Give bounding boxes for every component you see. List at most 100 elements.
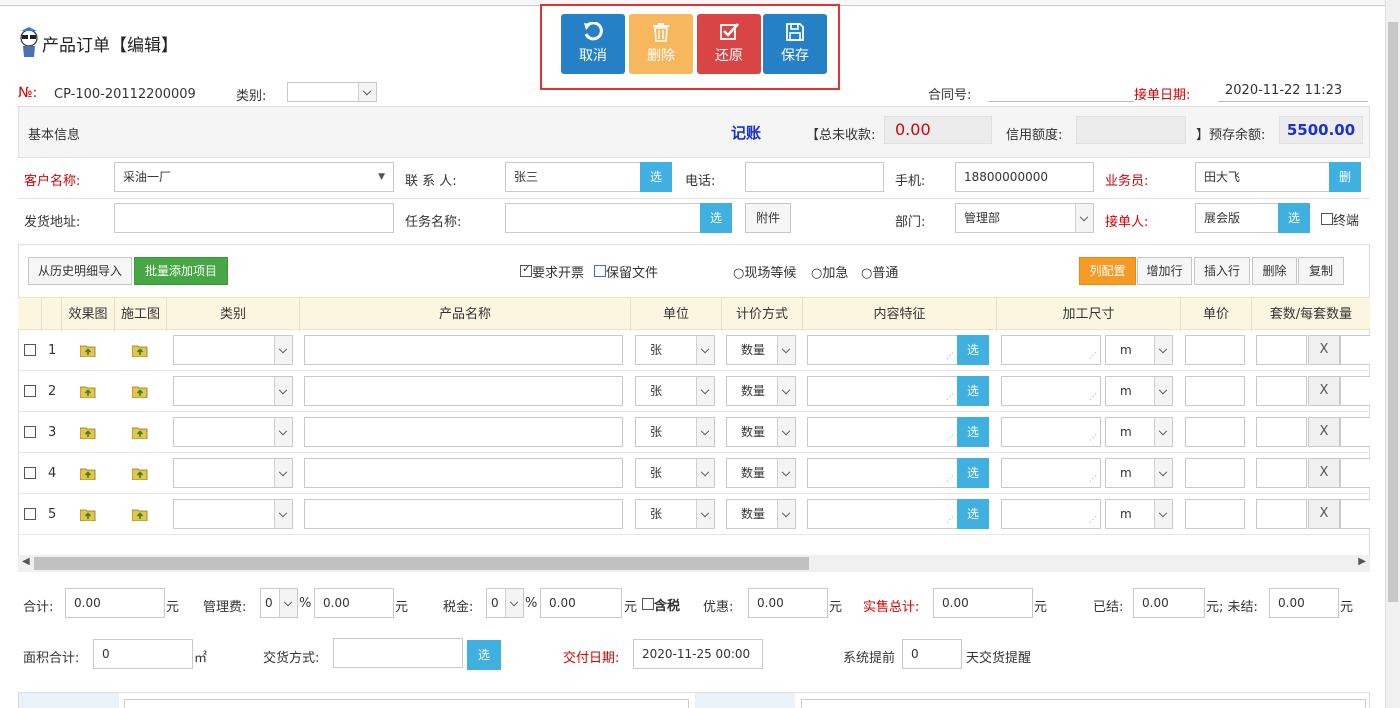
row-size-unit-select[interactable]: m xyxy=(1105,499,1173,529)
salesperson-delete-button[interactable]: 删 xyxy=(1329,162,1361,192)
resize-grip-icon[interactable]: ⋰ xyxy=(1089,424,1097,446)
save-button[interactable]: 保存 xyxy=(763,14,827,74)
resize-grip-icon[interactable]: ⋰ xyxy=(1089,342,1097,364)
bookkeeping-link[interactable]: 记账 xyxy=(731,122,761,143)
copy-row-button[interactable]: 复制 xyxy=(1298,257,1344,285)
row-checkbox[interactable] xyxy=(24,426,36,438)
salesperson-input[interactable]: 田大飞 xyxy=(1195,162,1330,192)
column-config-button[interactable]: 列配置 xyxy=(1079,257,1136,285)
row-product-name-input[interactable] xyxy=(304,376,623,406)
row-unit-select[interactable]: 张 xyxy=(635,376,715,406)
remarks-input[interactable] xyxy=(124,699,689,708)
horizontal-scroll-thumb[interactable] xyxy=(34,557,809,570)
delivery-select-button[interactable]: 选 xyxy=(467,640,501,670)
delivery-date-input[interactable]: 2020-11-25 00:00 xyxy=(633,639,763,669)
row-product-name-input[interactable] xyxy=(304,458,623,488)
normal-option[interactable]: ○普通 xyxy=(861,262,898,281)
vertical-scroll-thumb[interactable] xyxy=(1388,22,1398,602)
resize-grip-icon[interactable]: ⋰ xyxy=(1089,506,1097,528)
row-price-input[interactable] xyxy=(1185,376,1245,406)
add-row-button[interactable]: 增加行 xyxy=(1137,257,1192,285)
row-size-input[interactable]: ⋰ xyxy=(1001,499,1101,529)
folder-upload-icon[interactable] xyxy=(132,426,148,439)
task-select-button[interactable]: 选 xyxy=(700,203,732,233)
tax-input[interactable]: 0.00 xyxy=(540,588,622,618)
actual-total-input[interactable]: 0.00 xyxy=(933,588,1033,618)
discount-input[interactable]: 0.00 xyxy=(748,588,828,618)
cancel-button[interactable]: 取消 xyxy=(561,14,625,74)
row-size-unit-select[interactable]: m xyxy=(1105,458,1173,488)
folder-upload-icon[interactable] xyxy=(132,385,148,398)
row-sets-input[interactable] xyxy=(1256,417,1307,447)
resize-grip-icon[interactable]: ⋰ xyxy=(946,383,954,405)
row-checkbox[interactable] xyxy=(24,467,36,479)
delete-button[interactable]: 删除 xyxy=(629,14,693,74)
insert-row-button[interactable]: 插入行 xyxy=(1194,257,1250,285)
scroll-left-icon[interactable]: ◀ xyxy=(22,556,30,567)
folder-upload-icon[interactable] xyxy=(132,344,148,357)
folder-upload-icon[interactable] xyxy=(80,508,96,521)
row-size-unit-select[interactable]: m xyxy=(1105,335,1173,365)
mobile-input[interactable]: 18800000000 xyxy=(955,162,1094,192)
row-size-input[interactable]: ⋰ xyxy=(1001,417,1101,447)
row-product-name-input[interactable] xyxy=(304,417,623,447)
task-name-input[interactable] xyxy=(505,203,701,233)
row-unit-select[interactable]: 张 xyxy=(635,499,715,529)
row-category-select[interactable] xyxy=(173,499,293,529)
restore-button[interactable]: 还原 xyxy=(697,14,761,74)
row-content-input[interactable]: ⋰ xyxy=(807,499,958,529)
row-unit-select[interactable]: 张 xyxy=(635,458,715,488)
mgmt-fee-input[interactable]: 0.00 xyxy=(314,588,394,618)
keep-file-checkbox[interactable] xyxy=(594,265,606,277)
resize-grip-icon[interactable]: ⋰ xyxy=(1089,383,1097,405)
vertical-scrollbar[interactable] xyxy=(1385,0,1400,708)
row-category-select[interactable] xyxy=(173,458,293,488)
invoice-checkbox-checked[interactable]: ✓ xyxy=(520,262,532,277)
folder-upload-icon[interactable] xyxy=(132,508,148,521)
horizontal-scrollbar[interactable]: ◀ ▶ xyxy=(18,555,1370,572)
invoice-option[interactable]: ✓ 要求开票 xyxy=(520,262,584,281)
row-content-select-button[interactable]: 选 xyxy=(957,417,989,447)
row-category-select[interactable] xyxy=(173,335,293,365)
terminal-checkbox[interactable] xyxy=(1321,213,1333,225)
delivery-method-input[interactable] xyxy=(333,638,463,668)
row-sets-input[interactable] xyxy=(1256,335,1307,365)
row-per-set-input[interactable] xyxy=(1340,417,1370,447)
row-per-set-input[interactable] xyxy=(1340,376,1370,406)
resize-grip-icon[interactable]: ⋰ xyxy=(946,424,954,446)
row-unit-select[interactable]: 张 xyxy=(635,417,715,447)
row-sets-input[interactable] xyxy=(1256,499,1307,529)
row-content-input[interactable]: ⋰ xyxy=(807,417,958,447)
tax-included-option[interactable]: 含税 xyxy=(642,595,680,614)
folder-upload-icon[interactable] xyxy=(80,426,96,439)
delete-row-button[interactable]: 删除 xyxy=(1252,257,1297,285)
contact-select-button[interactable]: 选 xyxy=(640,162,672,192)
row-size-unit-select[interactable]: m xyxy=(1105,417,1173,447)
unsettled-input[interactable]: 0.00 xyxy=(1269,588,1339,618)
receiver-input[interactable]: 展会版 xyxy=(1195,203,1279,233)
row-product-name-input[interactable] xyxy=(304,499,623,529)
history-import-button[interactable]: 从历史明细导入 xyxy=(28,257,132,285)
row-pricing-select[interactable]: 数量 xyxy=(726,499,796,529)
row-pricing-select[interactable]: 数量 xyxy=(726,417,796,447)
attachment-button[interactable]: 附件 xyxy=(745,203,791,233)
row-content-select-button[interactable]: 选 xyxy=(957,499,989,529)
row-content-select-button[interactable]: 选 xyxy=(957,376,989,406)
row-content-input[interactable]: ⋰ xyxy=(807,458,958,488)
row-size-input[interactable]: ⋰ xyxy=(1001,335,1101,365)
row-checkbox[interactable] xyxy=(24,508,36,520)
customer-name-select[interactable]: 采油一厂 ▼ xyxy=(114,162,394,192)
resize-grip-icon[interactable]: ⋰ xyxy=(946,465,954,487)
batch-add-button[interactable]: 批量添加项目 xyxy=(134,257,228,285)
row-unit-select[interactable]: 张 xyxy=(635,335,715,365)
row-category-select[interactable] xyxy=(173,376,293,406)
row-content-input[interactable]: ⋰ xyxy=(807,335,958,365)
settled-input[interactable]: 0.00 xyxy=(1133,588,1205,618)
urgent-option[interactable]: ○加急 xyxy=(811,262,848,281)
row-sets-input[interactable] xyxy=(1256,458,1307,488)
row-content-input[interactable]: ⋰ xyxy=(807,376,958,406)
address-input[interactable] xyxy=(114,203,394,233)
row-checkbox[interactable] xyxy=(24,344,36,356)
category-select[interactable] xyxy=(287,82,377,102)
department-select[interactable]: 管理部 xyxy=(955,203,1094,233)
